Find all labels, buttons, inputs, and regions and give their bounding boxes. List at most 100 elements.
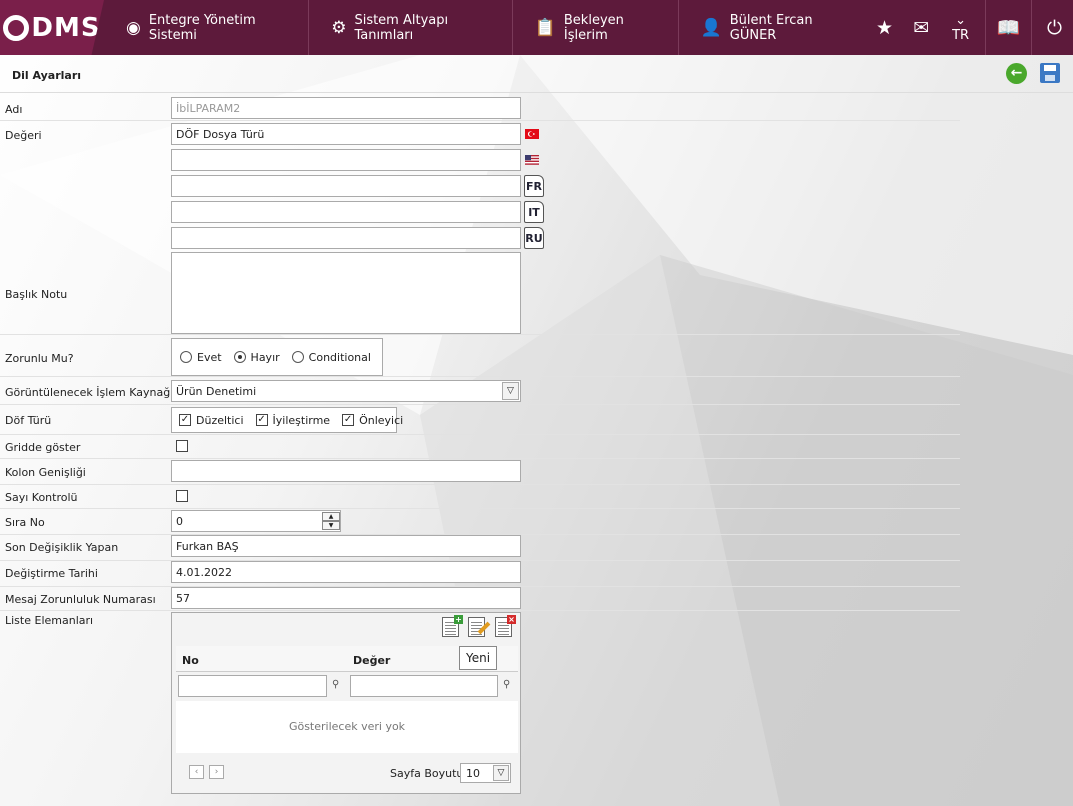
back-button[interactable]: ← [1006, 63, 1027, 84]
row-kolon: Kolon Genişliği [0, 459, 960, 485]
checkbox-iyilestirme[interactable]: ✓ İyileştirme [255, 413, 331, 427]
degistirme-tarihi-input[interactable] [171, 561, 521, 583]
radio-conditional[interactable]: Conditional [291, 350, 371, 364]
language-code: TR [952, 27, 970, 43]
label-baslik-notu: Başlık Notu [5, 288, 68, 301]
label-mesaj-zorunluluk: Mesaj Zorunluluk Numarası [5, 593, 156, 606]
filter-no-input[interactable] [178, 675, 327, 697]
chevron-down-icon[interactable]: ▽ [502, 382, 519, 400]
filter-funnel-icon[interactable]: ⚲ [332, 679, 339, 690]
liste-elemanlari-grid: + × No Değer ⚲ ⚲ Gösterilecek veri yok ‹… [171, 612, 521, 794]
adi-input[interactable] [171, 97, 521, 119]
row-sayi-kontrolu: Sayı Kontrolü [0, 485, 960, 509]
sira-no-value: 0 [176, 515, 183, 528]
row-dof-turu: Döf Türü ✓ Düzeltici ✓ İyileştirme ✓ Önleyi… [0, 405, 960, 435]
label-sira-no: Sıra No [5, 516, 45, 529]
nav-entegre-yonetim[interactable]: ◉ Entegre Yönetim Sistemi [104, 0, 310, 55]
qdms-circle-icon: ◉ [126, 17, 141, 38]
baslik-notu-textarea[interactable] [171, 252, 521, 334]
nav-item-label: Sistem Altyapı Tanımları [354, 12, 449, 43]
label-kolon: Kolon Genişliği [5, 466, 86, 479]
row-mesaj-zorunluluk: Mesaj Zorunluluk Numarası [0, 587, 960, 611]
row-degeri: Değeri FR IT RU Başlık Notu [0, 121, 960, 335]
kaynak-selected-value: Ürün Denetimi [176, 385, 257, 398]
row-degistirme-tarihi: Değiştirme Tarihi [0, 561, 960, 587]
row-kaynak: Görüntülenecek İşlem Kaynağı Ürün Deneti… [0, 377, 960, 405]
column-header-no[interactable]: No [182, 654, 199, 667]
logo-text: DMS [31, 12, 101, 43]
chevron-down-icon[interactable]: ▽ [493, 765, 509, 781]
chevron-left-icon: ‹ [194, 767, 199, 777]
close-icon: × [507, 615, 516, 624]
label-degistirme-tarihi: Değiştirme Tarihi [5, 567, 98, 580]
nav-item-label: Bekleyen İşlerim [563, 12, 624, 43]
page-header: Dil Ayarları ← [0, 55, 1073, 93]
grid-add-button[interactable]: + [442, 615, 463, 637]
checkbox-label: Düzeltici [196, 413, 244, 427]
label-zorunlu: Zorunlu Mu? [5, 352, 74, 365]
stepper-down-icon[interactable]: ▼ [322, 521, 340, 530]
sira-no-stepper[interactable]: 0 ▲ ▼ [171, 510, 341, 532]
row-son-degisiklik: Son Değişiklik Yapan [0, 535, 960, 561]
power-icon[interactable]: ⏻ [1036, 17, 1073, 39]
mail-icon[interactable]: ✉ [903, 17, 940, 39]
degeri-fr-input[interactable] [171, 175, 521, 197]
user-icon: 👤 [700, 17, 722, 38]
radio-evet[interactable]: Evet [180, 351, 222, 364]
page-size-label: Sayfa Boyutu: [390, 767, 468, 780]
degeri-it-input[interactable] [171, 201, 521, 223]
gridde-goster-checkbox[interactable] [176, 440, 188, 452]
tooltip-yeni: Yeni [459, 646, 497, 670]
stepper-up-icon[interactable]: ▲ [322, 512, 340, 521]
turkey-flag-icon [525, 129, 539, 139]
qdms-logo[interactable]: DMS [0, 0, 104, 55]
language-selector[interactable]: ⌄ TR [940, 13, 982, 43]
check-icon: ✓ [342, 414, 355, 426]
degeri-tr-input[interactable] [171, 123, 521, 145]
italian-language-icon: IT [524, 201, 544, 223]
nav-bekleyen-islerim[interactable]: 📋 Bekleyen İşlerim [513, 0, 679, 55]
russian-language-icon: RU [524, 227, 544, 249]
book-icon[interactable]: 📖 [990, 16, 1027, 39]
grid-edit-button[interactable] [468, 615, 491, 637]
save-button[interactable] [1040, 63, 1060, 83]
column-header-deger[interactable]: Değer [353, 654, 390, 667]
radio-circle [233, 351, 246, 363]
radio-hayir[interactable]: Hayır [233, 350, 280, 364]
filter-deger-input[interactable] [350, 675, 498, 697]
pager-prev-button[interactable]: ‹ [189, 765, 204, 779]
checkbox-label: Önleyici [359, 413, 404, 427]
gear-icon: ⚙ [331, 17, 347, 38]
degeri-ru-input[interactable] [171, 227, 521, 249]
kolon-genisligi-input[interactable] [171, 460, 521, 482]
zorunlu-radio-group: Evet Hayır Conditional [171, 338, 383, 376]
clipboard-icon: 📋 [534, 17, 556, 38]
nav-sistem-altyapi[interactable]: ⚙ Sistem Altyapı Tanımları [309, 0, 513, 55]
user-menu[interactable]: 👤 Bülent Ercan GÜNER [679, 0, 866, 55]
radio-label: Conditional [308, 350, 371, 364]
checkbox-duzeltici[interactable]: ✓ Düzeltici [179, 414, 244, 427]
sayi-kontrolu-checkbox[interactable] [176, 490, 188, 502]
label-liste-elemanlari: Liste Elemanları [5, 614, 94, 627]
row-sira-no: Sıra No 0 ▲ ▼ [0, 509, 960, 535]
page-size-select[interactable]: 10 ▽ [460, 763, 511, 783]
checkbox-onleyici[interactable]: ✓ Önleyici [342, 414, 403, 427]
nav-item-label: Entegre Yönetim Sistemi [148, 12, 256, 43]
degeri-en-input[interactable] [171, 149, 521, 171]
label-adi: Adı [5, 103, 23, 116]
son-degisiklik-input[interactable] [171, 535, 521, 557]
kaynak-select[interactable]: Ürün Denetimi ▽ [171, 380, 521, 402]
mesaj-zorunluluk-input[interactable] [171, 587, 521, 609]
star-icon[interactable]: ★ [866, 17, 903, 39]
french-language-icon: FR [524, 175, 544, 197]
filter-funnel-icon[interactable]: ⚲ [503, 679, 510, 690]
pager-next-button[interactable]: › [209, 765, 224, 779]
chevron-down-icon: ⌄ [955, 12, 967, 28]
row-gridde-goster: Gridde göster [0, 435, 960, 459]
radio-circle [180, 351, 192, 363]
radio-label: Hayır [250, 350, 280, 364]
checkbox-label: İyileştirme [272, 413, 331, 427]
label-son-degisiklik: Son Değişiklik Yapan [5, 541, 119, 554]
usa-flag-icon [525, 155, 539, 165]
grid-delete-button[interactable]: × [495, 615, 516, 637]
